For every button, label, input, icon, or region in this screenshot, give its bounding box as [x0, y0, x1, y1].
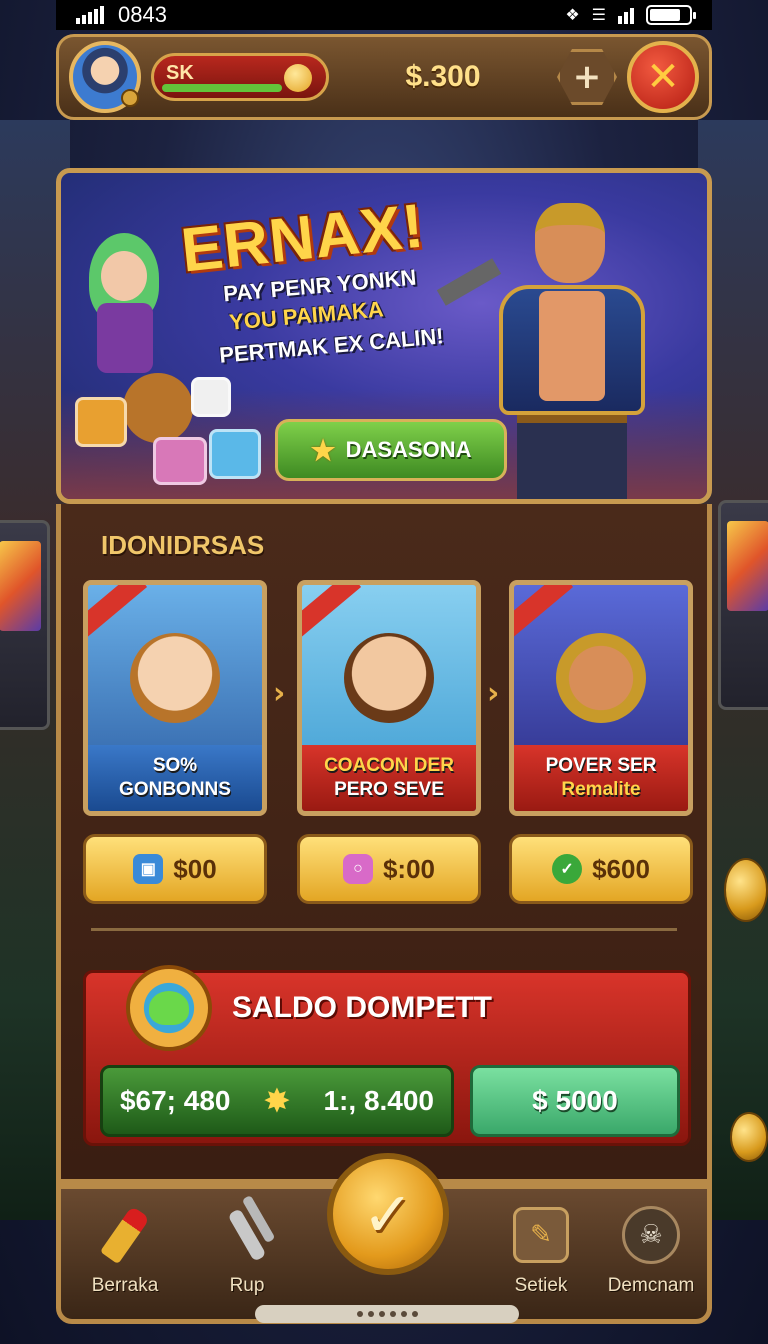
chevron-right-icon: › — [273, 676, 286, 711]
page-indicator — [255, 1305, 519, 1323]
offer-card[interactable]: POVER SER Remalite — [509, 580, 693, 816]
status-bar: 0843 ❖ ☰ — [56, 0, 712, 30]
divider — [91, 928, 677, 931]
wifi-icon: ☰ — [591, 7, 606, 24]
offer-title-1: COACON DER — [324, 755, 454, 776]
confirm-button[interactable]: ✓ — [327, 1153, 449, 1275]
topup-button[interactable]: $ 5000 — [470, 1065, 680, 1137]
offers-panel: IDONIDRSAS SO% GONBONNS › COACON DER PER… — [56, 504, 712, 1184]
topup-label: $ 5000 — [532, 1085, 618, 1116]
nav-item-demcnam[interactable]: ☠ Demcnam — [591, 1203, 711, 1313]
offer-title-2: Remalite — [561, 779, 641, 800]
nav-label: Rup — [229, 1275, 265, 1296]
player-avatar[interactable] — [69, 41, 141, 113]
floating-coin — [730, 1112, 768, 1162]
xp-progress-fill — [162, 84, 283, 92]
character-portrait — [344, 633, 434, 723]
close-icon: ✕ — [646, 54, 680, 100]
floating-coin — [724, 858, 768, 922]
nav-label: Demcnam — [607, 1275, 695, 1296]
nav-label: Setiek — [514, 1275, 568, 1296]
character-portrait — [556, 633, 646, 723]
chevron-right-icon: › — [487, 676, 500, 711]
price-button[interactable]: ▣ $00 — [83, 834, 267, 904]
balance-display: $67; 480 ✸ 1:, 8.400 — [100, 1065, 454, 1137]
board-icon: ✎ — [513, 1207, 569, 1263]
bluetooth-icon: ❖ — [565, 7, 580, 24]
tool-icon — [227, 1208, 267, 1262]
offer-title-2: PERO SEVE — [334, 779, 444, 800]
check-icon: ✓ — [362, 1177, 414, 1251]
offer-title-2: GONBONNS — [119, 779, 231, 800]
price-button[interactable]: ✓ $600 — [509, 834, 693, 904]
offer-card[interactable]: SO% GONBONNS — [83, 580, 267, 816]
ribbon-tag — [514, 585, 574, 639]
price-button[interactable]: ○ $:00 — [297, 834, 481, 904]
banner-cta-label: DASASONA — [345, 437, 472, 462]
offer-title-1: POVER SER — [545, 755, 657, 776]
offer-title-1: SO% — [152, 755, 198, 776]
sparkle-icon: ✸ — [264, 1084, 290, 1118]
teddy-bear — [123, 373, 193, 443]
gift-icon: ▣ — [133, 854, 164, 884]
gem-icon: ○ — [342, 854, 373, 884]
plus-icon: + — [572, 57, 602, 97]
add-coins-button[interactable]: + — [557, 49, 617, 105]
lipstick-icon — [99, 1205, 151, 1265]
close-button[interactable]: ✕ — [627, 41, 699, 113]
toy-cube — [75, 397, 127, 447]
girl-character — [79, 233, 169, 383]
skull-icon: ☠ — [622, 1206, 680, 1264]
star-icon: ★ — [310, 434, 336, 466]
gem-icon — [284, 64, 312, 92]
section-title: IDONIDRSAS — [101, 530, 265, 560]
level-badge-icon — [121, 89, 139, 107]
wallet-title: SALDO DOMPETT — [232, 991, 492, 1024]
offer-card[interactable]: COACON DER PERO SEVE — [297, 580, 481, 816]
nav-item-rup[interactable]: Rup — [187, 1203, 307, 1313]
wallet-panel: SALDO DOMPETT $67; 480 ✸ 1:, 8.400 $ 500… — [83, 965, 691, 1146]
nav-label: Berraka — [91, 1275, 159, 1296]
banner-cta-button[interactable]: ★ DASASONA — [275, 419, 507, 481]
toy-cube — [153, 437, 207, 485]
price-label: $:00 — [382, 853, 436, 884]
arcade-machine-right — [718, 500, 768, 710]
character-portrait — [130, 633, 220, 723]
bottom-nav: Berraka Rup ✓ ✎ Setiek ☠ Demcnam — [56, 1153, 712, 1324]
toy-cube — [209, 429, 261, 479]
balance-primary: $67; 480 — [119, 1085, 231, 1116]
promo-banner[interactable]: ERNAX! PAY PENR YONKN YOU PAIMAKA PERTMA… — [56, 168, 712, 504]
balance-secondary: 1:, 8.400 — [323, 1085, 435, 1116]
signal-icon — [76, 6, 104, 24]
coin-balance: $.300 — [405, 60, 481, 93]
check-icon: ✓ — [552, 854, 583, 884]
top-bar: SK $.300 + ✕ — [56, 34, 712, 120]
price-label: $00 — [173, 853, 217, 884]
xp-bar: SK — [151, 53, 329, 101]
nav-item-setiek[interactable]: ✎ Setiek — [481, 1203, 601, 1313]
status-time: 0843 — [118, 2, 167, 27]
battery-icon — [646, 5, 696, 25]
alien-medal-icon — [126, 965, 212, 1051]
price-label: $600 — [592, 853, 650, 884]
ribbon-tag — [88, 585, 148, 639]
arcade-machine-left — [0, 520, 50, 730]
ribbon-tag — [302, 585, 362, 639]
cell-signal-icon — [618, 6, 634, 24]
toy-cube — [191, 377, 231, 417]
player-name: SK — [166, 62, 194, 84]
nav-item-berraka[interactable]: Berraka — [65, 1203, 185, 1313]
